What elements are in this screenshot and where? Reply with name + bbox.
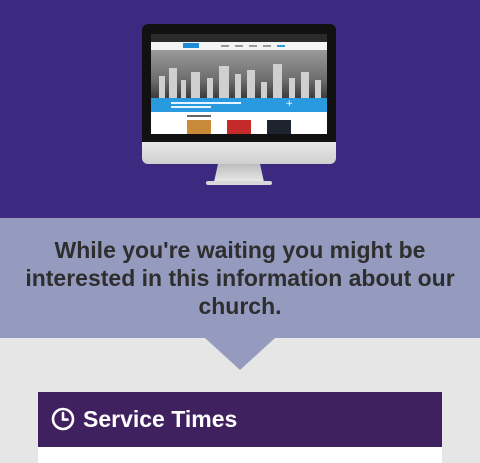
preview-building [181, 80, 186, 98]
waiting-message: While you're waiting you might be intere… [25, 237, 455, 319]
preview-building [315, 80, 321, 98]
imac-screen-bezel: + [142, 24, 336, 142]
preview-nav-item [277, 45, 285, 47]
preview-building [191, 72, 200, 98]
message-pointer-arrow [205, 338, 275, 370]
service-times-card: Service Times [38, 392, 442, 463]
preview-city-banner [151, 50, 327, 98]
preview-topbar [151, 34, 327, 42]
preview-thumbnail [187, 120, 211, 134]
preview-building [301, 72, 309, 98]
preview-building [261, 82, 267, 98]
preview-thumbnail [227, 120, 251, 134]
imac-foot [206, 181, 272, 185]
preview-building [273, 64, 282, 98]
imac-illustration: + [142, 24, 336, 188]
service-times-header[interactable]: Service Times [38, 392, 442, 447]
preview-building [247, 70, 255, 98]
preview-building [219, 66, 229, 98]
preview-nav-item [221, 45, 229, 47]
preview-building [207, 78, 213, 98]
preview-nav-item [263, 45, 271, 47]
preview-building [159, 76, 165, 98]
preview-nav-item [249, 45, 257, 47]
hero-section: + [0, 0, 480, 218]
preview-logo [183, 43, 199, 48]
preview-nav-item [235, 45, 243, 47]
imac-stand [214, 164, 264, 182]
apple-logo-icon [231, 146, 247, 162]
service-times-title: Service Times [83, 406, 238, 432]
preview-thumbnail [267, 120, 291, 134]
preview-building [289, 78, 295, 98]
preview-section-label [187, 115, 211, 117]
website-preview: + [151, 34, 327, 134]
preview-blue-text [171, 106, 211, 108]
clock-icon [51, 407, 75, 431]
preview-building [169, 68, 177, 98]
preview-blue-strip [151, 98, 327, 112]
preview-plus-icon: + [285, 99, 293, 109]
preview-building [235, 74, 241, 98]
preview-blue-text [171, 102, 241, 104]
